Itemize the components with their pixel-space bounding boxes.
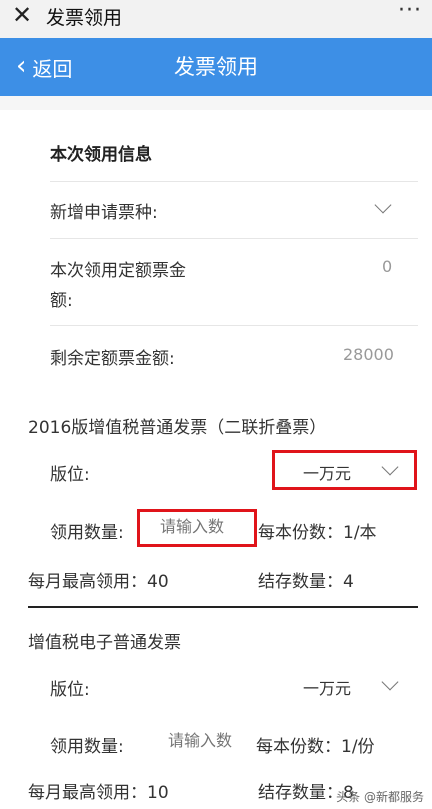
invoice-title: 2016版增值税普通发票（二联折叠票） — [28, 418, 327, 438]
back-button[interactable]: ‹ 返回 — [16, 53, 72, 82]
position-label: 版位: — [50, 465, 90, 485]
invoice-title: 增值税电子普通发票 — [28, 633, 181, 653]
section-spacer — [0, 96, 432, 110]
amount-value: 0 — [382, 257, 393, 276]
back-label: 返回 — [32, 57, 73, 81]
position-label: 版位: — [50, 680, 90, 700]
per-book-label: 每本份数：1/本 — [258, 523, 377, 543]
qty-label: 领用数量: — [50, 737, 124, 757]
qty-input[interactable] — [160, 517, 240, 536]
position-select[interactable]: 一万元 — [303, 460, 351, 484]
stock-label: 结存数量：4 — [258, 572, 354, 592]
section-divider — [28, 606, 418, 608]
divider — [50, 181, 418, 182]
divider — [50, 238, 418, 239]
chevron-down-icon[interactable] — [381, 673, 399, 691]
amount-label: 本次领用定额票金 — [50, 261, 186, 281]
chevron-down-icon[interactable] — [374, 196, 392, 214]
remaining-label: 剩余定额票金额: — [50, 349, 175, 369]
type-label: 新增申请票种: — [50, 203, 158, 223]
divider — [50, 325, 418, 326]
position-select[interactable]: 一万元 — [303, 675, 351, 699]
close-icon[interactable]: ✕ — [12, 1, 32, 29]
remaining-value: 28000 — [343, 345, 394, 364]
top-bar: ✕ 发票领用 ··· — [0, 0, 432, 38]
section-heading: 本次领用信息 — [50, 145, 152, 165]
nav-bar: 发票领用 ‹ 返回 — [0, 38, 432, 96]
amount-label-cont: 额: — [50, 291, 73, 311]
chevron-left-icon: ‹ — [16, 51, 27, 81]
qty-label: 领用数量: — [50, 523, 124, 543]
more-icon[interactable]: ··· — [398, 0, 422, 23]
window-title: 发票领用 — [46, 7, 123, 29]
monthly-max-label: 每月最高领用：40 — [28, 572, 169, 592]
monthly-max-label: 每月最高领用：10 — [28, 783, 169, 803]
qty-input[interactable] — [168, 731, 248, 750]
watermark: 头条 @新都服务 — [336, 790, 424, 804]
per-book-label: 每本份数：1/份 — [256, 737, 375, 757]
